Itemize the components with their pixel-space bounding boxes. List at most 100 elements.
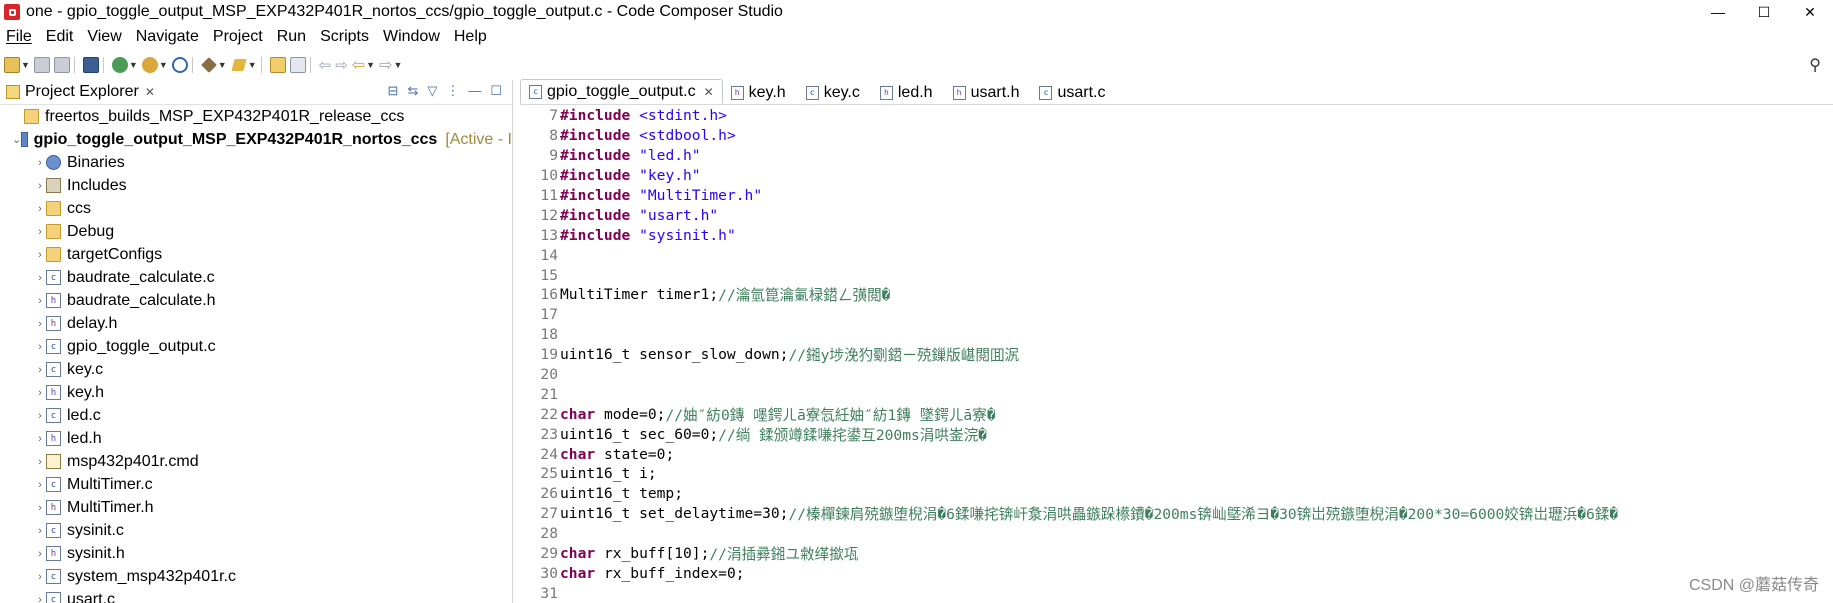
tab-usart-c[interactable]: c usart.c	[1031, 81, 1117, 104]
menu-navigate[interactable]: Navigate	[136, 28, 199, 46]
chevron-right-icon[interactable]: ›	[34, 502, 46, 514]
code-line[interactable]: 17	[520, 305, 1618, 325]
build-button[interactable]: ▼	[111, 56, 138, 74]
tree-item[interactable]: › c usart.c	[0, 588, 512, 603]
save-all-button[interactable]	[53, 56, 70, 74]
chevron-right-icon[interactable]: ›	[34, 548, 46, 560]
close-icon[interactable]: ✕	[145, 85, 155, 99]
chevron-right-icon[interactable]: ›	[34, 203, 46, 215]
next-annotation-button[interactable]: ⇨	[335, 56, 348, 74]
chevron-right-icon[interactable]: ›	[34, 594, 46, 603]
search-icon[interactable]: ⚲	[1809, 55, 1821, 75]
code-line[interactable]: 25 uint16_t i;	[520, 464, 1618, 484]
code-line[interactable]: 14	[520, 245, 1618, 265]
menu-run[interactable]: Run	[277, 28, 306, 46]
code-line[interactable]: 23 uint16_t sec_60=0;//绱 鍒颁竴鍒嗛挓鍙互200ms涓哄崟…	[520, 424, 1618, 444]
chevron-right-icon[interactable]: ›	[34, 410, 46, 422]
tree-item[interactable]: › Binaries	[0, 151, 512, 174]
forward-button[interactable]: ⇨ ▼	[379, 56, 402, 74]
chevron-right-icon[interactable]: ›	[34, 571, 46, 583]
tree-item[interactable]: › c led.c	[0, 404, 512, 427]
tree-item[interactable]: › c system_msp432p401r.c	[0, 565, 512, 588]
chevron-right-icon[interactable]: ›	[34, 433, 46, 445]
code-line[interactable]: 31	[520, 583, 1618, 603]
link-editor-icon[interactable]: ⇆	[407, 83, 418, 99]
tree-item[interactable]: › Debug	[0, 220, 512, 243]
tree-item[interactable]: › ccs	[0, 197, 512, 220]
annotation-button[interactable]	[269, 56, 286, 74]
code-line[interactable]: 30 char rx_buff_index=0;	[520, 563, 1618, 583]
menu-view[interactable]: View	[87, 28, 121, 46]
back-button[interactable]: ⇦ ▼	[352, 56, 375, 74]
tree-item[interactable]: › h led.h	[0, 427, 512, 450]
close-button[interactable]: ✕	[1787, 0, 1833, 24]
chevron-right-icon[interactable]: ›	[34, 456, 46, 468]
tab-key-c[interactable]: c key.c	[798, 81, 872, 104]
hammer-button[interactable]: ▼	[200, 56, 227, 74]
menu-file[interactable]: File	[6, 28, 32, 46]
menu-window[interactable]: Window	[383, 28, 440, 46]
collapse-all-icon[interactable]: ⊟	[388, 83, 399, 99]
chevron-right-icon[interactable]: ›	[34, 180, 46, 192]
tree-item[interactable]: › msp432p401r.cmd	[0, 450, 512, 473]
save-button[interactable]	[33, 56, 50, 74]
close-icon[interactable]: ✕	[704, 85, 714, 99]
view-menu-icon[interactable]: ⋮	[446, 83, 459, 99]
tree-item[interactable]: › h MultiTimer.h	[0, 496, 512, 519]
code-line[interactable]: 9 #include "led.h"	[520, 146, 1618, 166]
chevron-right-icon[interactable]: ›	[34, 226, 46, 238]
code-line[interactable]: 7 #include <stdint.h>	[520, 106, 1618, 126]
new-button[interactable]: ▼	[4, 56, 30, 74]
chevron-right-icon[interactable]: ›	[34, 295, 46, 307]
chevron-right-icon[interactable]: ›	[34, 318, 46, 330]
code-line[interactable]: 28	[520, 524, 1618, 544]
tree-item[interactable]: › h key.h	[0, 381, 512, 404]
prev-annotation-button[interactable]: ⇦	[319, 56, 332, 74]
chevron-right-icon[interactable]: ›	[34, 157, 46, 169]
chevron-right-icon[interactable]: ›	[34, 387, 46, 399]
tree-item[interactable]: › Includes	[0, 174, 512, 197]
code-line[interactable]: 27 uint16_t set_delaytime=30;//榛樿鍊肩殑鏃堕棿涓�…	[520, 504, 1618, 524]
tree-item[interactable]: freertos_builds_MSP_EXP432P401R_release_…	[0, 105, 512, 128]
tab-usart-h[interactable]: h usart.h	[945, 81, 1032, 104]
code-line[interactable]: 22 char mode=0;//妯″紡0鏄 嚜鍔ㄦā寮忥紝妯″紡1鏄 墜鍔ㄦā寮…	[520, 404, 1618, 424]
tree-item[interactable]: › c gpio_toggle_output.c	[0, 335, 512, 358]
code-line[interactable]: 19 uint16_t sensor_slow_down;//鎺у埗浼犳劅鍣ㄧ殑鏁…	[520, 345, 1618, 365]
menu-edit[interactable]: Edit	[46, 28, 74, 46]
menu-project[interactable]: Project	[213, 28, 263, 46]
code-line[interactable]: 24 char state=0;	[520, 444, 1618, 464]
tree-item[interactable]: ⌄ gpio_toggle_output_MSP_EXP432P401R_nort…	[0, 128, 512, 151]
filter-icon[interactable]: ▽	[427, 83, 437, 99]
chevron-down-icon[interactable]: ⌄	[12, 133, 21, 146]
code-line[interactable]: 10 #include "key.h"	[520, 166, 1618, 186]
code-editor[interactable]: 7 #include <stdint.h> 8 #include <stdbool.h…	[520, 106, 1618, 603]
maximize-view-icon[interactable]: ☐	[490, 83, 502, 99]
code-line[interactable]: 29 char rx_buff[10];//涓插彛鎺ユ敹缂撳瓨	[520, 544, 1618, 564]
tree-item[interactable]: › c baudrate_calculate.c	[0, 266, 512, 289]
code-line[interactable]: 26 uint16_t temp;	[520, 484, 1618, 504]
code-line[interactable]: 21	[520, 384, 1618, 404]
chevron-right-icon[interactable]: ›	[34, 272, 46, 284]
tree-item[interactable]: › h delay.h	[0, 312, 512, 335]
project-explorer-title[interactable]: Project Explorer	[25, 83, 139, 101]
search-refs-button[interactable]	[171, 56, 188, 74]
tree-item[interactable]: › targetConfigs	[0, 243, 512, 266]
chevron-right-icon[interactable]: ›	[34, 341, 46, 353]
chevron-right-icon[interactable]: ›	[34, 479, 46, 491]
debug-button[interactable]: ▼	[141, 56, 168, 74]
tab-led-h[interactable]: h led.h	[872, 81, 945, 104]
menu-scripts[interactable]: Scripts	[320, 28, 369, 46]
tree-item[interactable]: › c sysinit.c	[0, 519, 512, 542]
code-line[interactable]: 20	[520, 365, 1618, 385]
code-line[interactable]: 8 #include <stdbool.h>	[520, 126, 1618, 146]
code-line[interactable]: 12 #include "usart.h"	[520, 205, 1618, 225]
tab-key-h[interactable]: h key.h	[723, 81, 798, 104]
tab-gpio-toggle-output-c[interactable]: c gpio_toggle_output.c ✕	[520, 79, 723, 104]
terminal-button[interactable]	[82, 56, 99, 74]
chevron-right-icon[interactable]: ›	[34, 364, 46, 376]
code-line[interactable]: 13 #include "sysinit.h"	[520, 225, 1618, 245]
minimize-button[interactable]: —	[1695, 0, 1741, 24]
flash-button[interactable]: ▼	[231, 56, 257, 74]
outline-button[interactable]	[289, 56, 306, 74]
menu-help[interactable]: Help	[454, 28, 487, 46]
